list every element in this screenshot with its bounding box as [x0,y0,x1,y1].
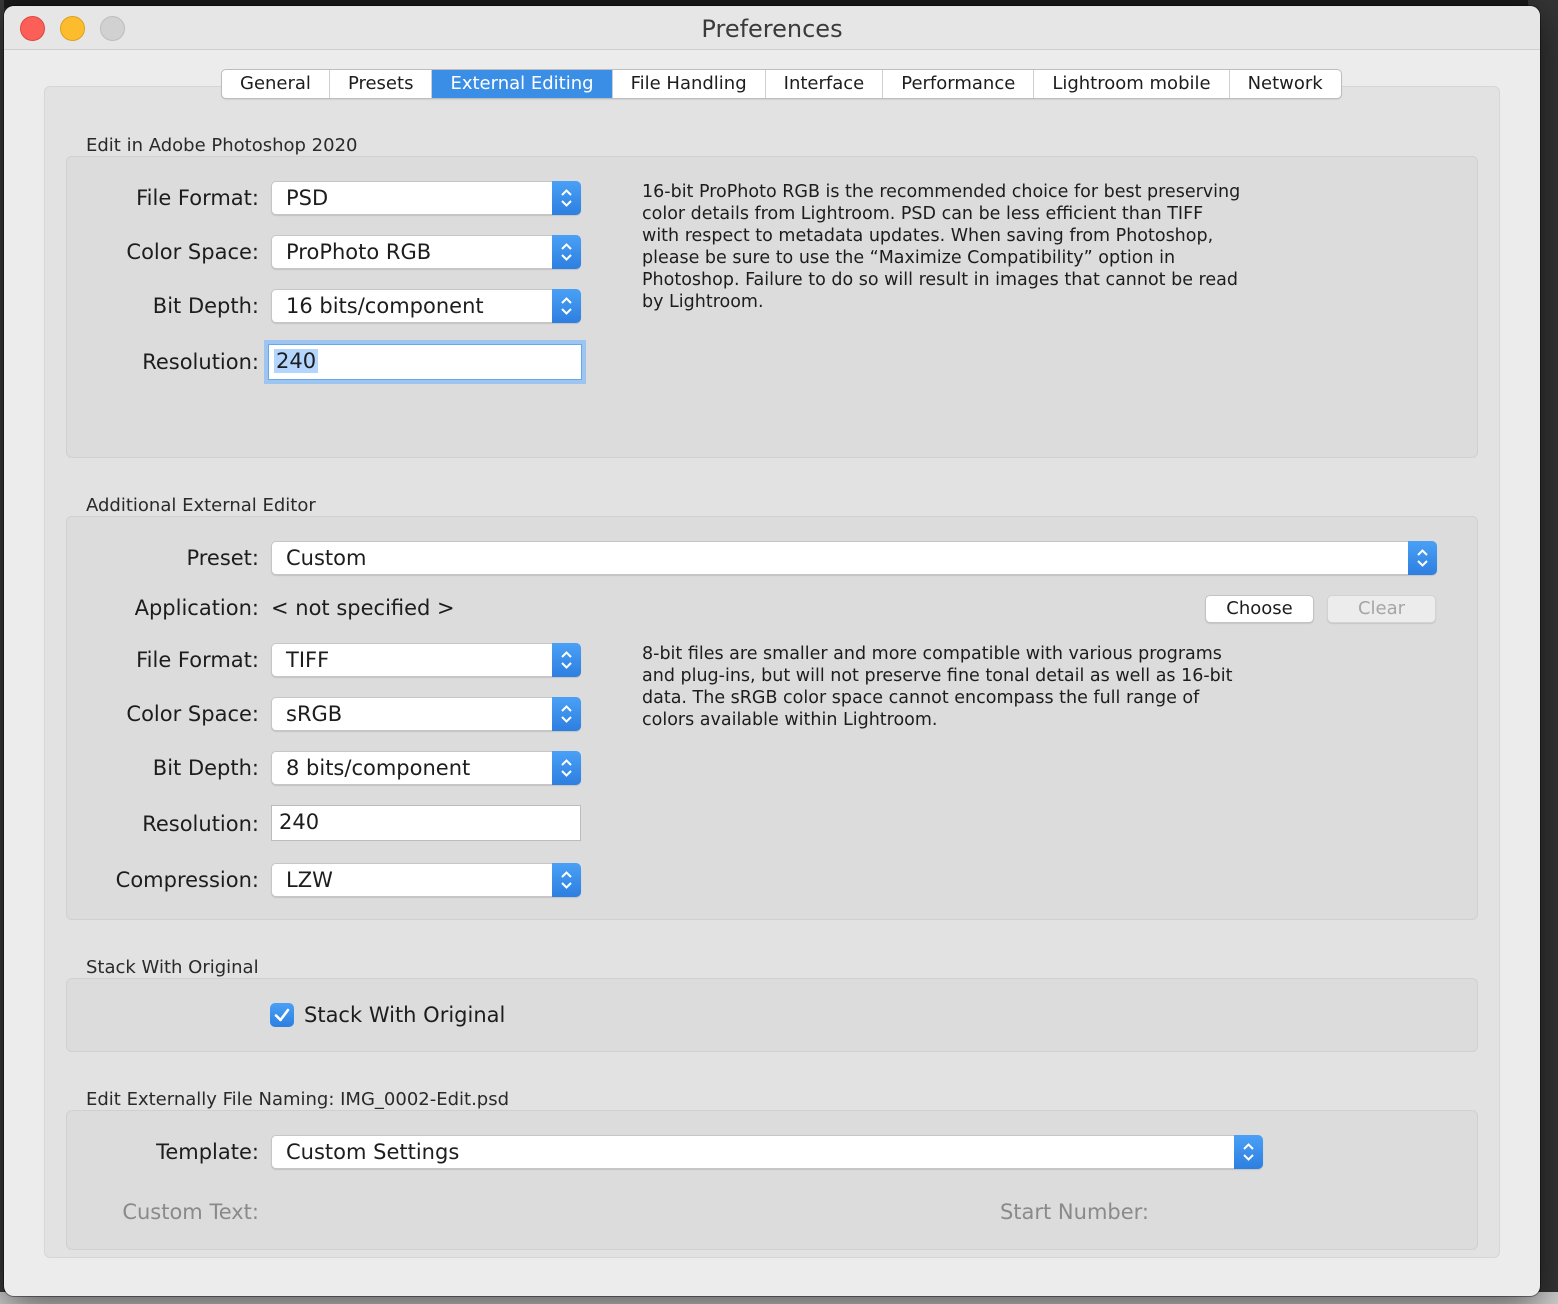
chevron-up-down-icon [1408,541,1437,575]
ps-bit-depth-select[interactable]: 16 bits/component [271,289,581,323]
help-line: by Lightroom. [642,292,764,312]
help-line: color details from Lightroom. PSD can be… [642,204,1204,224]
ps-resolution-value: 240 [274,349,319,373]
chevron-up-down-icon [552,289,581,323]
tab-general[interactable]: General [222,70,330,98]
ae-bit-depth-select[interactable]: 8 bits/component [271,751,581,785]
ps-resolution-field[interactable]: 240 [268,344,582,380]
application-label: Application: [134,596,259,620]
additional-section-title: Additional External Editor [86,495,316,516]
tab-file-handling[interactable]: File Handling [613,70,766,98]
ae-resolution-label: Resolution: [142,812,259,836]
ae-color-space-label: Color Space: [126,702,259,726]
help-line: 16-bit ProPhoto RGB is the recommended c… [642,182,1241,202]
tab-bar: General Presets External Editing File Ha… [221,69,1342,99]
preset-value: Custom [286,546,367,570]
title-bar[interactable]: Preferences [4,6,1540,50]
start-number-label: Start Number: [999,1200,1149,1224]
help-line: colors available within Lightroom. [642,710,938,730]
chevron-up-down-icon [552,863,581,897]
chevron-up-down-icon [552,643,581,677]
template-select[interactable]: Custom Settings [271,1135,1263,1169]
ae-resolution-field[interactable]: 240 [271,805,581,841]
help-line: data. The sRGB color space cannot encomp… [642,688,1200,708]
naming-section-title: Edit Externally File Naming: IMG_0002-Ed… [86,1089,510,1110]
ae-file-format-select[interactable]: TIFF [271,643,581,677]
tab-performance[interactable]: Performance [883,70,1035,98]
ps-help-text: 16-bit ProPhoto RGB is the recommended c… [642,181,1262,313]
stack-with-original-checkbox[interactable] [270,1003,294,1027]
template-label: Template: [156,1140,259,1164]
ae-bit-depth-value: 8 bits/component [286,756,471,780]
chevron-up-down-icon [1234,1135,1263,1169]
ps-resolution-label: Resolution: [142,350,259,374]
photoshop-section-title: Edit in Adobe Photoshop 2020 [86,135,358,156]
help-line: with respect to metadata updates. When s… [642,226,1214,246]
ps-color-space-select[interactable]: ProPhoto RGB [271,235,581,269]
tab-lightroom-mobile[interactable]: Lightroom mobile [1034,70,1230,98]
stack-section-title: Stack With Original [86,957,259,978]
ps-color-space-value: ProPhoto RGB [286,240,432,264]
tab-presets[interactable]: Presets [330,70,433,98]
ps-file-format-label: File Format: [136,186,259,210]
ae-help-text: 8-bit files are smaller and more compati… [642,643,1262,731]
ps-color-space-label: Color Space: [126,240,259,264]
ps-file-format-value: PSD [286,186,329,210]
compression-select[interactable]: LZW [271,863,581,897]
custom-text-label: Custom Text: [122,1200,259,1224]
template-value: Custom Settings [286,1140,460,1164]
ps-bit-depth-value: 16 bits/component [286,294,484,318]
ae-file-format-value: TIFF [286,648,330,672]
tab-external-editing[interactable]: External Editing [432,70,613,98]
ps-file-format-select[interactable]: PSD [271,181,581,215]
preferences-window: Preferences General Presets External Edi… [4,6,1540,1296]
application-value: < not specified > [271,596,455,620]
help-line: please be sure to use the “Maximize Comp… [642,248,1176,268]
chevron-up-down-icon [552,181,581,215]
ae-bit-depth-label: Bit Depth: [152,756,259,780]
help-line: Photoshop. Failure to do so will result … [642,270,1238,290]
checkmark-icon [274,1008,290,1022]
help-line: 8-bit files are smaller and more compati… [642,644,1222,664]
clear-button[interactable]: Clear [1327,595,1436,623]
chevron-up-down-icon [552,697,581,731]
ae-file-format-label: File Format: [136,648,259,672]
help-line: and plug-ins, but will not preserve fine… [642,666,1233,686]
naming-group [66,1110,1478,1250]
preset-label: Preset: [186,546,259,570]
ae-color-space-select[interactable]: sRGB [271,697,581,731]
compression-value: LZW [286,868,333,892]
chevron-up-down-icon [552,235,581,269]
ae-resolution-value: 240 [279,810,320,834]
tab-network[interactable]: Network [1230,70,1341,98]
window-title: Preferences [701,15,843,43]
stack-with-original-label[interactable]: Stack With Original [304,1003,505,1027]
compression-label: Compression: [115,868,259,892]
preset-select[interactable]: Custom [271,541,1437,575]
chevron-up-down-icon [552,751,581,785]
choose-button[interactable]: Choose [1205,595,1314,623]
ps-bit-depth-label: Bit Depth: [152,294,259,318]
ae-color-space-value: sRGB [286,702,343,726]
tab-interface[interactable]: Interface [766,70,884,98]
